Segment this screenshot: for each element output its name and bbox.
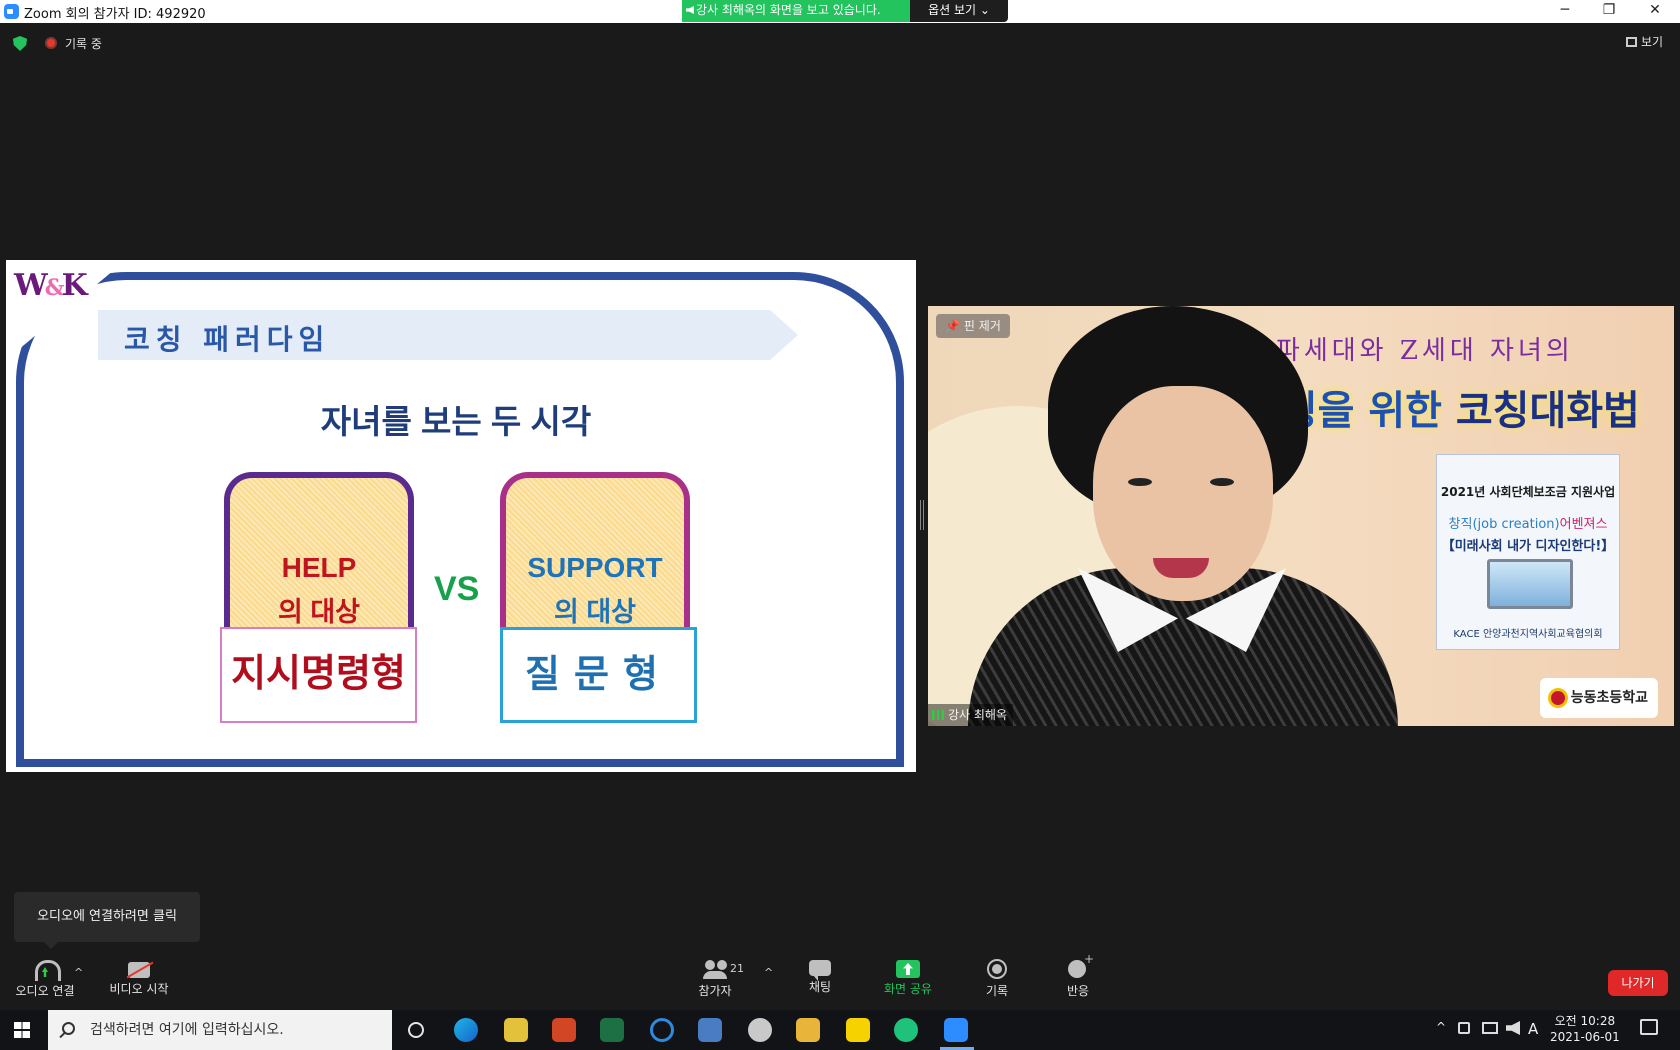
notification-icon[interactable] <box>1640 1019 1658 1035</box>
participant-count: 21 <box>730 962 744 975</box>
tray-overflow-caret[interactable]: ^ <box>1436 1020 1446 1034</box>
presenter-video[interactable]: 알파세대와 Z세대 자녀의 코칭을 위한 코칭대화법 2021년 사회단체보조금… <box>928 306 1674 726</box>
screen-share-banner: 강사 최해옥의 화면을 보고 있습니다. <box>682 0 910 22</box>
recording-status: 기록 중 <box>65 37 102 51</box>
view-label: 보기 <box>1641 35 1664 49</box>
video-off-icon <box>128 962 150 978</box>
zoom-taskbar-icon[interactable] <box>944 1018 968 1042</box>
question-type-box: 질문형 <box>500 627 697 723</box>
pin-icon: 📌 <box>945 319 961 333</box>
chat-button[interactable]: 채팅 <box>800 958 840 995</box>
internet-explorer-icon[interactable] <box>650 1018 674 1042</box>
clock-date: 2021-06-01 <box>1550 1030 1620 1044</box>
taskbar-search-input[interactable]: 검색하려면 여기에 입력하십시오. <box>48 1010 392 1050</box>
support-card-line2: 의 대상 <box>553 597 637 627</box>
share-banner-text: 강사 최해옥의 화면을 보고 있습니다. <box>696 3 881 17</box>
support-card-line1: SUPPORT <box>527 552 663 583</box>
cortana-icon[interactable] <box>408 1022 424 1038</box>
help-card-line2: 의 대상 <box>277 597 361 627</box>
video-bg-poster: 2021년 사회단체보조금 지원사업 창직(job creation)어벤져스 … <box>1436 454 1620 650</box>
edge-browser-icon[interactable] <box>454 1018 478 1042</box>
audio-connect-tooltip: 오디오에 연결하려면 클릭 <box>14 892 200 949</box>
excel-icon[interactable] <box>600 1018 624 1042</box>
record-icon <box>985 958 1009 980</box>
network-icon[interactable] <box>1482 1022 1498 1034</box>
search-icon <box>62 1022 75 1035</box>
start-video-button[interactable]: 비디오 시작 <box>104 958 174 997</box>
close-button[interactable]: ✕ <box>1632 0 1678 22</box>
file-explorer-icon[interactable] <box>796 1018 820 1042</box>
security-shield-icon[interactable] <box>13 36 27 51</box>
slide-heading: 코칭 패러다임 <box>124 323 331 356</box>
school-badge: 능동초등학교 <box>1540 678 1658 718</box>
recording-icon <box>45 37 57 49</box>
leave-meeting-button[interactable]: 나가기 <box>1608 970 1668 996</box>
directive-type-box: 지시명령형 <box>220 627 417 723</box>
clock-time: 오전 10:28 <box>1554 1014 1616 1028</box>
signal-icon <box>932 710 944 720</box>
view-options-button[interactable]: 옵션 보기 ⌄ <box>910 0 1008 22</box>
headset-icon <box>33 958 61 981</box>
support-card: SUPPORT 의 대상 <box>500 472 690 647</box>
share-screen-icon <box>896 960 920 978</box>
help-card: HELP 의 대상 <box>224 472 414 647</box>
windows-start-icon[interactable] <box>14 1022 30 1038</box>
video-bg-heading-1: 알파세대와 Z세대 자녀의 <box>1248 336 1574 366</box>
window-titlebar: Zoom 회의 참가자 ID: 492920 강사 최해옥의 화면을 보고 있습… <box>0 0 1680 23</box>
restore-button[interactable]: ❐ <box>1586 0 1632 22</box>
wk-logo: W&K <box>14 268 88 303</box>
remove-pin-button[interactable]: 📌 핀 제거 <box>936 314 1010 338</box>
speaker-icon <box>686 6 694 14</box>
view-layout-button[interactable]: 보기 <box>1626 33 1663 50</box>
notes-app-icon[interactable] <box>504 1018 528 1042</box>
share-screen-button[interactable]: 화면 공유 <box>880 958 936 997</box>
window-title: Zoom 회의 참가자 ID: 492920 <box>24 7 206 22</box>
slide-title: 자녀를 보는 두 시각 <box>320 403 592 440</box>
ime-indicator[interactable]: A <box>1528 1020 1538 1038</box>
computer-illustration-icon <box>1487 559 1573 609</box>
slide-heading-ribbon: 코칭 패러다임 <box>98 310 798 360</box>
utility-app-icon[interactable] <box>748 1018 772 1042</box>
document-app-icon[interactable] <box>698 1018 722 1042</box>
school-emblem-icon <box>1548 688 1568 708</box>
zoom-app-icon <box>4 4 19 19</box>
windows-taskbar: 검색하려면 여기에 입력하십시오. <box>0 1010 1680 1050</box>
reactions-icon <box>1066 952 1094 980</box>
minimize-button[interactable]: ─ <box>1542 0 1588 22</box>
shared-screen-slide: W&K 코칭 패러다임 자녀를 보는 두 시각 HELP 의 대상 VS SUP… <box>6 260 916 772</box>
participant-name-tag: 강사 최해옥 <box>928 704 1014 726</box>
audio-options-caret[interactable]: ^ <box>74 966 83 979</box>
messenger-app-icon[interactable] <box>894 1018 918 1042</box>
participants-options-caret[interactable]: ^ <box>764 966 773 979</box>
kakaotalk-icon[interactable] <box>846 1018 870 1042</box>
vs-label: VS <box>434 570 480 608</box>
record-button[interactable]: 기록 <box>980 958 1014 999</box>
participants-icon <box>703 958 727 980</box>
grid-icon <box>1626 37 1637 47</box>
panel-splitter-handle[interactable] <box>920 500 924 530</box>
tray-meeting-icon[interactable] <box>1458 1022 1470 1034</box>
powerpoint-icon[interactable] <box>552 1018 576 1042</box>
help-card-line1: HELP <box>281 552 357 583</box>
chat-icon <box>809 960 831 981</box>
reactions-button[interactable]: 반응 <box>1061 952 1095 999</box>
taskbar-clock[interactable]: 오전 10:28 2021-06-01 <box>1550 1013 1620 1045</box>
join-audio-button[interactable]: 오디오 연결 <box>12 958 78 999</box>
